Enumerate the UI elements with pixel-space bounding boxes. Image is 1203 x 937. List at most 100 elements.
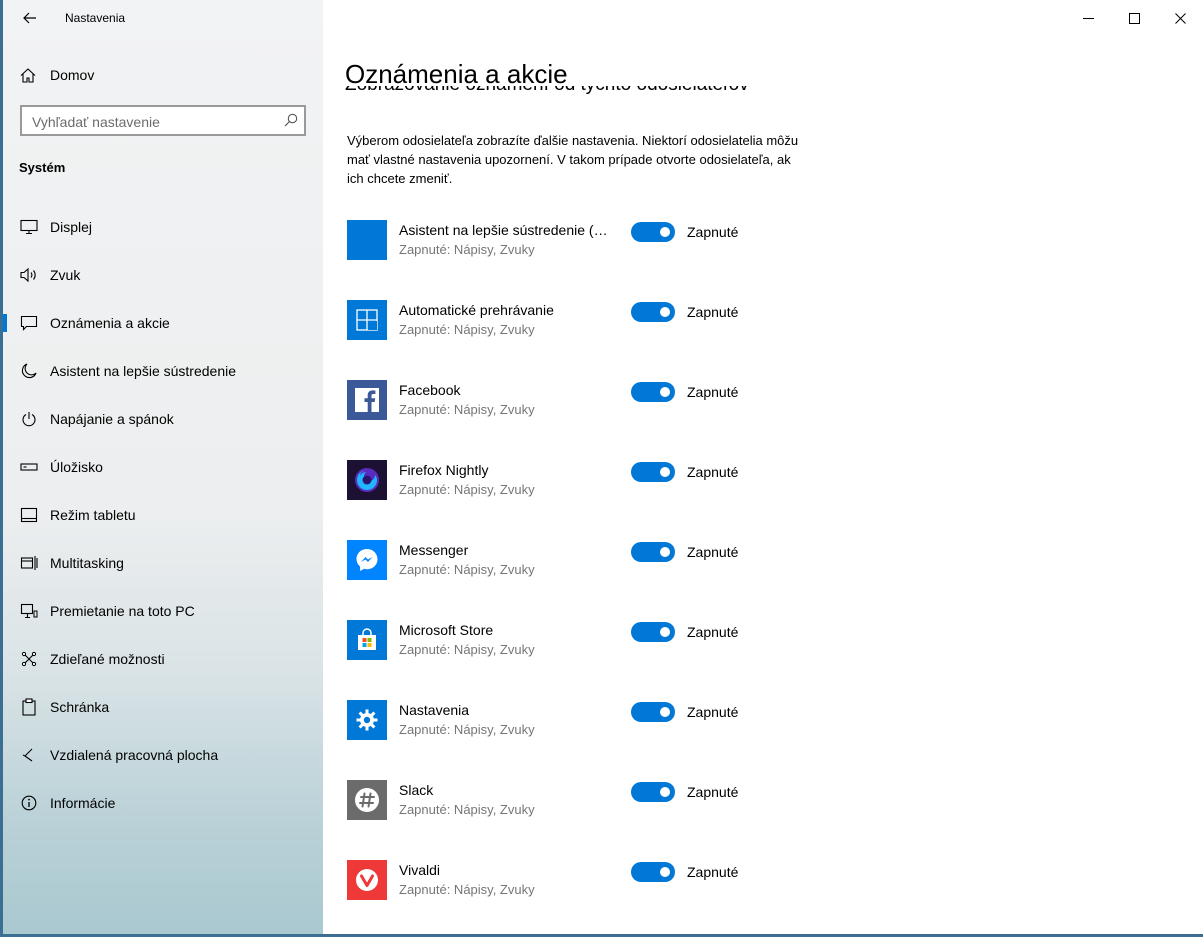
sender-row[interactable]: Vivaldi Zapnuté: Nápisy, Zvuky Zapnuté [347, 860, 767, 900]
search-placeholder: Vyhľadať nastavenie [32, 114, 160, 130]
storage-icon [19, 457, 39, 477]
sender-toggle[interactable] [631, 222, 675, 242]
firefox-nightly-app-icon [347, 460, 387, 500]
messenger-app-icon [347, 540, 387, 580]
toggle-label: Zapnuté [687, 784, 739, 800]
navigation-pane: Nastavenia Domov Vyhľadať nastavenie Sys… [0, 0, 323, 937]
nav-item-displej[interactable]: Displej [3, 207, 323, 247]
toggle-label: Zapnuté [687, 224, 739, 240]
section-header: Zobrazovanie oznámení od týchto odosiela… [345, 86, 749, 106]
sender-toggle[interactable] [631, 382, 675, 402]
nav-item-oznamenia[interactable]: Oznámenia a akcie [3, 303, 323, 343]
nav-item-label: Zdieľané možnosti [50, 651, 165, 667]
minimize-icon [1082, 17, 1094, 19]
nav-item-asistent[interactable]: Asistent na lepšie sústredenie [3, 351, 323, 391]
nav-item-premietanie[interactable]: Premietanie na toto PC [3, 591, 323, 631]
toggle-label: Zapnuté [687, 384, 739, 400]
microsoft-store-app-icon [347, 620, 387, 660]
close-button[interactable] [1157, 0, 1203, 36]
sender-status: Zapnuté: Nápisy, Zvuky [399, 882, 535, 897]
multitasking-icon [19, 553, 39, 573]
section-label: Systém [19, 160, 66, 175]
sender-name: Microsoft Store [399, 622, 494, 638]
display-icon [19, 217, 39, 237]
toggle-label: Zapnuté [687, 304, 739, 320]
nav-item-zvuk[interactable]: Zvuk [3, 255, 323, 295]
app-title: Nastavenia [65, 11, 126, 25]
sender-row[interactable]: Messenger Zapnuté: Nápisy, Zvuky Zapnuté [347, 540, 767, 580]
sender-row[interactable]: Facebook Zapnuté: Nápisy, Zvuky Zapnuté [347, 380, 767, 420]
autoplay-app-icon [347, 300, 387, 340]
sender-toggle[interactable] [631, 702, 675, 722]
nav-item-ulozisko[interactable]: Úložisko [3, 447, 323, 487]
moon-icon [19, 361, 39, 381]
nav-item-label: Premietanie na toto PC [50, 603, 195, 619]
remote-desktop-icon [19, 745, 39, 765]
nav-item-label: Úložisko [50, 459, 103, 475]
nav-item-label: Schránka [50, 699, 110, 715]
nav-item-multitasking[interactable]: Multitasking [3, 543, 323, 583]
title-bar: Nastavenia [3, 0, 323, 36]
sender-name: Messenger [399, 542, 469, 558]
toggle-knob [660, 787, 670, 797]
vivaldi-app-icon [347, 860, 387, 900]
sender-toggle[interactable] [631, 462, 675, 482]
facebook-app-icon [347, 380, 387, 420]
sender-name: Facebook [399, 382, 461, 398]
projecting-icon [19, 601, 39, 621]
maximize-icon [1128, 12, 1140, 24]
notification-icon [19, 313, 39, 333]
focus-assist-app-icon [347, 220, 387, 260]
sender-name: Vivaldi [399, 862, 440, 878]
toggle-label: Zapnuté [687, 544, 739, 560]
nav-item-label: Napájanie a spánok [50, 411, 174, 427]
toggle-knob [660, 547, 670, 557]
sender-toggle[interactable] [631, 542, 675, 562]
sender-name: Automatické prehrávanie [399, 302, 554, 318]
toggle-knob [660, 867, 670, 877]
sender-toggle[interactable] [631, 302, 675, 322]
sender-toggle[interactable] [631, 782, 675, 802]
home-icon [17, 67, 39, 83]
nav-item-label: Asistent na lepšie sústredenie [50, 363, 236, 379]
nav-item-napajanie[interactable]: Napájanie a spánok [3, 399, 323, 439]
toggle-knob [660, 707, 670, 717]
maximize-button[interactable] [1111, 0, 1157, 36]
sender-status: Zapnuté: Nápisy, Zvuky [399, 642, 535, 657]
sender-name: Asistent na lepšie sústredenie (pr... [399, 222, 613, 238]
sender-status: Zapnuté: Nápisy, Zvuky [399, 242, 535, 257]
nav-item-vzdialena-plocha[interactable]: Vzdialená pracovná plocha [3, 735, 323, 775]
sender-row[interactable]: Nastavenia Zapnuté: Nápisy, Zvuky Zapnut… [347, 700, 767, 740]
nav-item-label: Oznámenia a akcie [50, 315, 170, 331]
nav-item-label: Informácie [50, 795, 116, 811]
back-arrow-icon [23, 12, 36, 24]
sender-row[interactable]: Firefox Nightly Zapnuté: Nápisy, Zvuky Z… [347, 460, 767, 500]
toggle-knob [660, 227, 670, 237]
sender-row[interactable]: Automatické prehrávanie Zapnuté: Nápisy,… [347, 300, 767, 340]
nav-item-label: Multitasking [50, 555, 124, 571]
sender-toggle[interactable] [631, 862, 675, 882]
sender-name: Slack [399, 782, 434, 798]
speaker-icon [19, 265, 39, 285]
search-icon [284, 113, 298, 132]
back-button[interactable] [17, 6, 43, 30]
sender-row[interactable]: Microsoft Store Zapnuté: Nápisy, Zvuky Z… [347, 620, 767, 660]
minimize-button[interactable] [1065, 0, 1111, 36]
nav-item-rezim-tabletu[interactable]: Režim tabletu [3, 495, 323, 535]
sender-name: Firefox Nightly [399, 462, 489, 478]
nav-item-label: Vzdialená pracovná plocha [50, 747, 219, 763]
toggle-label: Zapnuté [687, 864, 739, 880]
toggle-knob [660, 307, 670, 317]
nav-item-schranka[interactable]: Schránka [3, 687, 323, 727]
settings-search-input[interactable]: Vyhľadať nastavenie [20, 105, 306, 136]
sender-row[interactable]: Asistent na lepšie sústredenie (pr... Za… [347, 220, 767, 260]
home-nav-item[interactable]: Domov [17, 60, 317, 90]
sender-status: Zapnuté: Nápisy, Zvuky [399, 802, 535, 817]
nav-item-label: Displej [50, 219, 93, 235]
sender-row[interactable]: Slack Zapnuté: Nápisy, Zvuky Zapnuté [347, 780, 767, 820]
nav-item-label: Zvuk [50, 267, 81, 283]
nav-item-zdielane[interactable]: Zdieľané možnosti [3, 639, 323, 679]
nav-item-informacie[interactable]: Informácie [3, 783, 323, 823]
slack-app-icon [347, 780, 387, 820]
sender-toggle[interactable] [631, 622, 675, 642]
